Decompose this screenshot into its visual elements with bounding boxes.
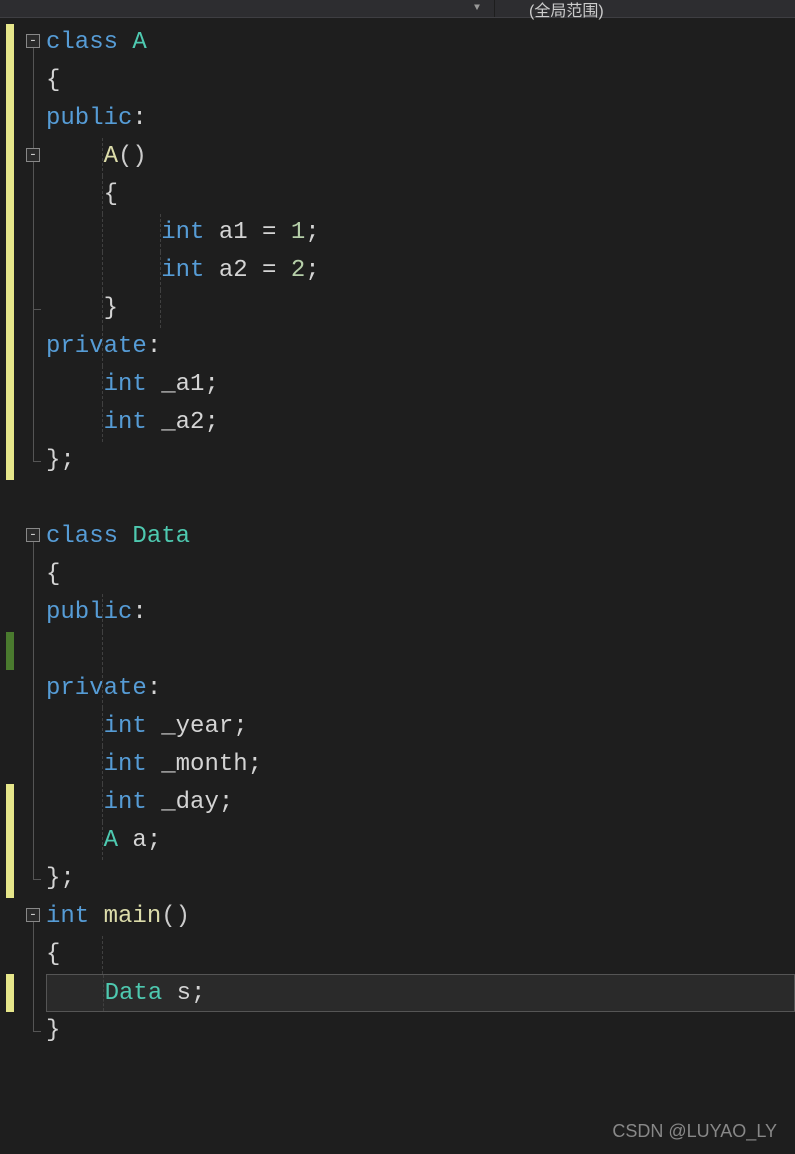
change-marker	[6, 974, 14, 1012]
code-editor[interactable]: ---- class A{public: A() { int a1 = 1; i…	[0, 18, 795, 1154]
change-margin	[0, 18, 24, 1154]
fold-end	[33, 461, 41, 462]
code-line[interactable]: {	[46, 936, 795, 974]
code-line[interactable]: {	[46, 62, 795, 100]
fold-toggle-icon[interactable]: -	[26, 34, 40, 48]
code-line[interactable]: int _year;	[46, 708, 795, 746]
code-line[interactable]	[46, 632, 795, 670]
fold-end	[33, 309, 41, 310]
code-line[interactable]: private:	[46, 328, 795, 366]
code-line[interactable]: public:	[46, 594, 795, 632]
fold-end	[33, 1031, 41, 1032]
code-line[interactable]: public:	[46, 100, 795, 138]
toolbar: ▼ (全局范围)	[0, 0, 795, 18]
code-line[interactable]: Data s;	[46, 974, 795, 1012]
code-line[interactable]: int _month;	[46, 746, 795, 784]
fold-toggle-icon[interactable]: -	[26, 908, 40, 922]
code-area[interactable]: class A{public: A() { int a1 = 1; int a2…	[46, 18, 795, 1154]
code-line[interactable]: {	[46, 176, 795, 214]
scope-dropdown[interactable]: (全局范围)	[499, 0, 795, 17]
fold-column: - - - -	[24, 18, 46, 1154]
change-marker	[6, 632, 14, 670]
fold-line	[33, 154, 34, 309]
code-line[interactable]: };	[46, 860, 795, 898]
fold-line	[33, 914, 34, 1031]
toolbar-divider	[494, 0, 495, 17]
code-line[interactable]: };	[46, 442, 795, 480]
fold-toggle-icon[interactable]: -	[26, 148, 40, 162]
fold-line	[33, 534, 34, 879]
code-line[interactable]: }	[46, 1012, 795, 1050]
code-line[interactable]: {	[46, 556, 795, 594]
fold-toggle-icon[interactable]: -	[26, 528, 40, 542]
change-marker	[6, 24, 14, 480]
code-line[interactable]: int main()	[46, 898, 795, 936]
watermark: CSDN @LUYAO_LY	[612, 1121, 777, 1142]
change-marker	[6, 784, 14, 898]
code-line[interactable]: }	[46, 290, 795, 328]
code-line[interactable]	[46, 480, 795, 518]
editor-gutter: - - - -	[0, 18, 46, 1154]
code-line[interactable]: int _a2;	[46, 404, 795, 442]
code-line[interactable]: int a2 = 2;	[46, 252, 795, 290]
chevron-down-icon: ▼	[474, 3, 480, 14]
code-line[interactable]: private:	[46, 670, 795, 708]
code-line[interactable]: int a1 = 1;	[46, 214, 795, 252]
code-line[interactable]: A()	[46, 138, 795, 176]
code-line[interactable]: class A	[46, 24, 795, 62]
code-line[interactable]: int _a1;	[46, 366, 795, 404]
code-line[interactable]: class Data	[46, 518, 795, 556]
toolbar-left-dropdown[interactable]: ▼	[0, 0, 490, 17]
code-line[interactable]: int _day;	[46, 784, 795, 822]
code-line[interactable]: A a;	[46, 822, 795, 860]
fold-end	[33, 879, 41, 880]
